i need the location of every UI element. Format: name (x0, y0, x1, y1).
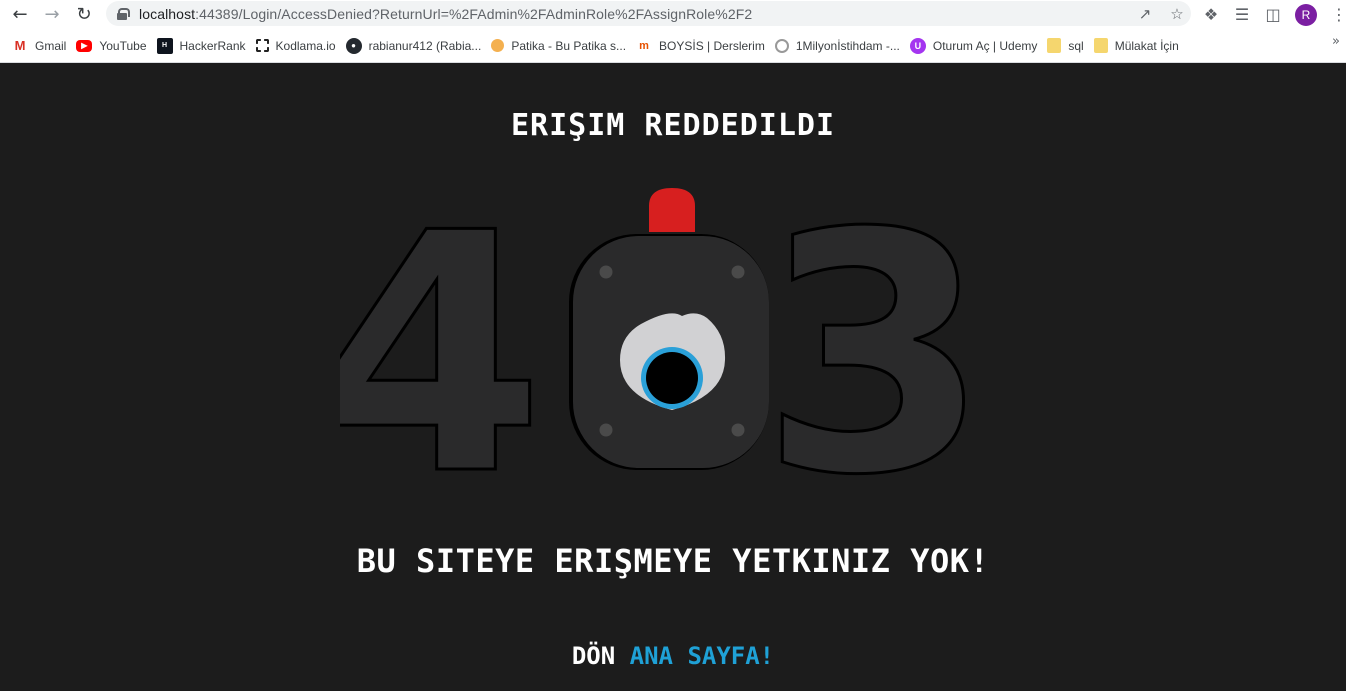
menu-kebab-icon[interactable]: ⋮ (1330, 5, 1346, 24)
more-bookmarks-icon[interactable]: » (1332, 34, 1340, 49)
youtube-icon: ▶ (76, 39, 93, 52)
bookmark-patika[interactable]: Patika - Bu Patika s... (489, 34, 634, 58)
return-home-line: Dön Ana Sayfa! (0, 642, 1346, 670)
bookmark-hackerrank[interactable]: H HackerRank (155, 34, 254, 58)
extensions-icon[interactable]: ❖ (1202, 5, 1220, 24)
bookmark-label: 1Milyonİstihdam -... (795, 38, 900, 53)
folder-icon (1047, 38, 1062, 53)
page-content: Erişim Reddedildi 4 3 Bu siteye erişmeye… (0, 64, 1346, 691)
lock-icon[interactable] (117, 7, 130, 20)
page-title: Erişim Reddedildi (510, 108, 836, 143)
bookmark-github[interactable]: ● rabianur412 (Rabia... (344, 34, 490, 58)
home-link[interactable]: Ana Sayfa! (630, 642, 775, 670)
digit-four: 4 (340, 184, 545, 484)
url-host: localhost (139, 5, 196, 22)
bookmark-label: Oturum Aç | Udemy (932, 38, 1038, 53)
kodlama-icon (255, 39, 269, 52)
browser-toolbar: ← → ↻ localhost:44389/Login/AccessDenied… (0, 0, 1346, 29)
bookmark-label: sql (1068, 38, 1084, 53)
profile-avatar[interactable]: R (1295, 3, 1317, 26)
forward-arrow-icon[interactable]: → (36, 2, 68, 28)
hackerrank-icon: H (156, 37, 173, 54)
bookmark-label: YouTube (99, 38, 147, 53)
bookmark-gmail[interactable]: M Gmail (10, 34, 74, 58)
bookmark-sql[interactable]: sql (1045, 34, 1091, 58)
bookmark-label: Gmail (35, 38, 67, 53)
media-control-icon[interactable]: ☰ (1233, 5, 1251, 24)
boysis-icon: m (639, 39, 649, 52)
bookmark-label: BOYSİS | Derslerim (659, 38, 765, 53)
access-denied-message: Bu siteye erişmeye yetkiniz yok! (356, 542, 990, 580)
bookmark-udemy[interactable]: U Oturum Aç | Udemy (908, 34, 1045, 58)
bookmark-label: Patika - Bu Patika s... (511, 38, 627, 53)
error-403-illustration: 4 3 (340, 184, 980, 484)
back-arrow-icon[interactable]: ← (4, 2, 36, 28)
siren-icon (649, 188, 695, 232)
return-lead-text: Dön (571, 642, 630, 670)
milyon-icon (774, 38, 789, 53)
url-path: :44389/Login/AccessDenied?ReturnUrl=%2FA… (195, 5, 753, 22)
folder-icon (1093, 38, 1108, 53)
bookmark-label: Kodlama.io (275, 38, 336, 53)
share-icon[interactable]: ↗ (1137, 5, 1153, 23)
bookmark-label: HackerRank (179, 38, 246, 53)
udemy-icon: U (909, 37, 926, 54)
github-icon: ● (345, 37, 362, 54)
bookmark-label: Mülakat İçin (1114, 38, 1179, 53)
bookmark-label: rabianur412 (Rabia... (368, 38, 482, 53)
star-icon[interactable]: ☆ (1169, 5, 1185, 23)
address-bar[interactable]: localhost:44389/Login/AccessDenied?Retur… (106, 1, 1191, 26)
bookmark-mulakat[interactable]: Mülakat İçin (1092, 34, 1187, 58)
bookmarks-bar: M Gmail ▶ YouTube H HackerRank Kodlama.io ●… (0, 29, 1346, 63)
digit-three: 3 (760, 184, 980, 484)
patika-icon (491, 39, 505, 52)
bookmark-milyon[interactable]: 1Milyonİstihdam -... (773, 34, 908, 58)
bookmark-boysis[interactable]: m BOYSİS | Derslerim (634, 34, 773, 58)
url-text[interactable]: localhost:44389/Login/AccessDenied?Retur… (139, 6, 752, 22)
bookmark-youtube[interactable]: ▶ YouTube (74, 34, 154, 58)
side-panel-icon[interactable]: ◫ (1264, 5, 1282, 24)
reload-icon[interactable]: ↻ (68, 2, 100, 28)
camera-eye-icon (569, 234, 769, 470)
gmail-icon: M (14, 38, 26, 53)
bookmark-kodlama[interactable]: Kodlama.io (254, 34, 344, 58)
